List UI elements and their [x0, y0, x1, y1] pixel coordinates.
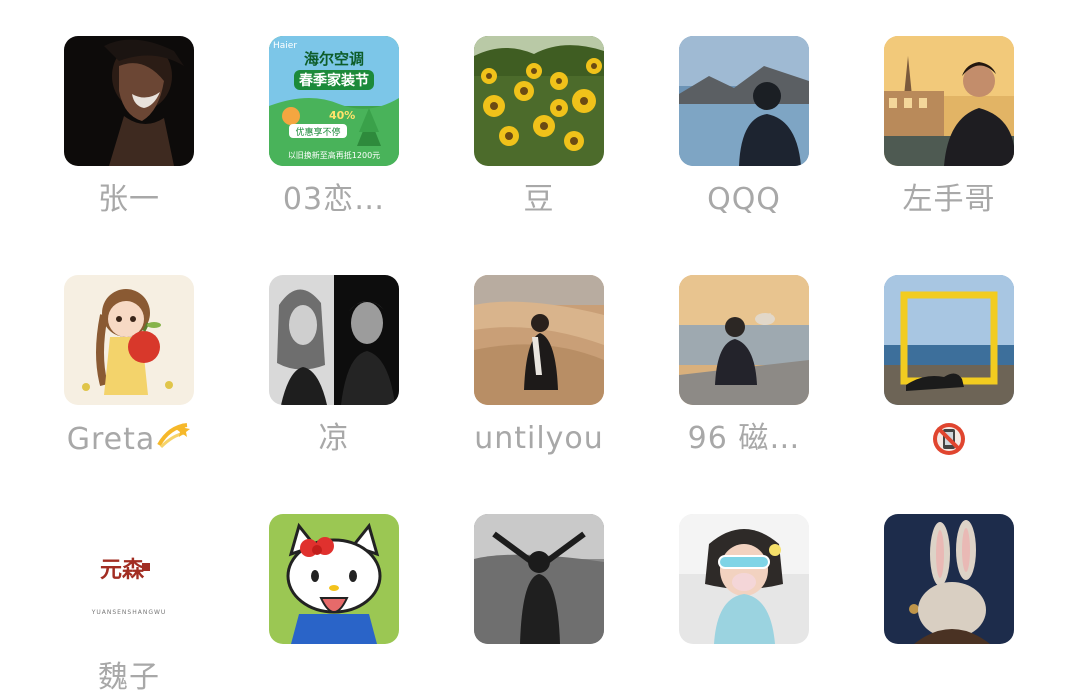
smiling-man-dark-avatar: [64, 36, 194, 166]
yuansen-logo-text: 元森: [100, 557, 145, 583]
svg-text:以旧换新至高再抵1200元: 以旧换新至高再抵1200元: [288, 150, 380, 160]
no-mobile-phones-icon: [931, 421, 967, 466]
sitting-man-sunset-avatar: [679, 275, 809, 405]
contact-name: 张一: [98, 182, 160, 217]
haier-brand-text: Haier: [273, 41, 297, 51]
contact-name: Greta: [34, 421, 224, 460]
hello-kitty-avatar: [269, 514, 399, 644]
contact-name: QQQ: [707, 182, 781, 217]
contacts-grid: 张一 Haier 海尔空调 春季家装节 40% 优惠享不停 以旧换新至高再抵12…: [0, 0, 1080, 695]
girl-with-apple-avatar: [64, 275, 194, 405]
dizzy-icon: [155, 421, 191, 460]
man-by-lake-avatar: [679, 36, 809, 166]
svg-text:YUANSENSHANGWU: YUANSENSHANGWU: [91, 609, 167, 616]
woman-arms-raised-avatar: [474, 514, 604, 644]
contact-name: 96 磁…: [687, 421, 801, 456]
woman-in-desert-avatar: [474, 275, 604, 405]
bw-couple-avatar: [269, 275, 399, 405]
contact-name: [854, 421, 1044, 466]
svg-text:40%: 40%: [329, 109, 355, 122]
man-in-city-avatar: [884, 36, 1014, 166]
yellow-frame-beach-avatar: [884, 275, 1014, 405]
haier-ad-avatar: Haier 海尔空调 春季家装节 40% 优惠享不停 以旧换新至高再抵1200元: [269, 36, 399, 166]
bunny-ears-avatar: [884, 514, 1014, 644]
girl-sunglasses-avatar: [679, 514, 809, 644]
yuansen-logo-avatar: 元森 YUANSENSHANGWU: [64, 514, 194, 644]
contact-name: 豆: [523, 182, 555, 217]
contact-name: 魏子: [98, 660, 160, 695]
contact-name: untilyou: [474, 421, 604, 456]
contact-name: 左手哥: [902, 182, 996, 217]
contact-name: 03恋…: [282, 182, 386, 217]
sunflowers-avatar: [474, 36, 604, 166]
contact-name: 凉: [318, 421, 350, 456]
svg-text:优惠享不停: 优惠享不停: [295, 126, 340, 138]
svg-text:春季家装节: 春季家装节: [298, 72, 369, 89]
svg-text:海尔空调: 海尔空调: [304, 50, 364, 68]
